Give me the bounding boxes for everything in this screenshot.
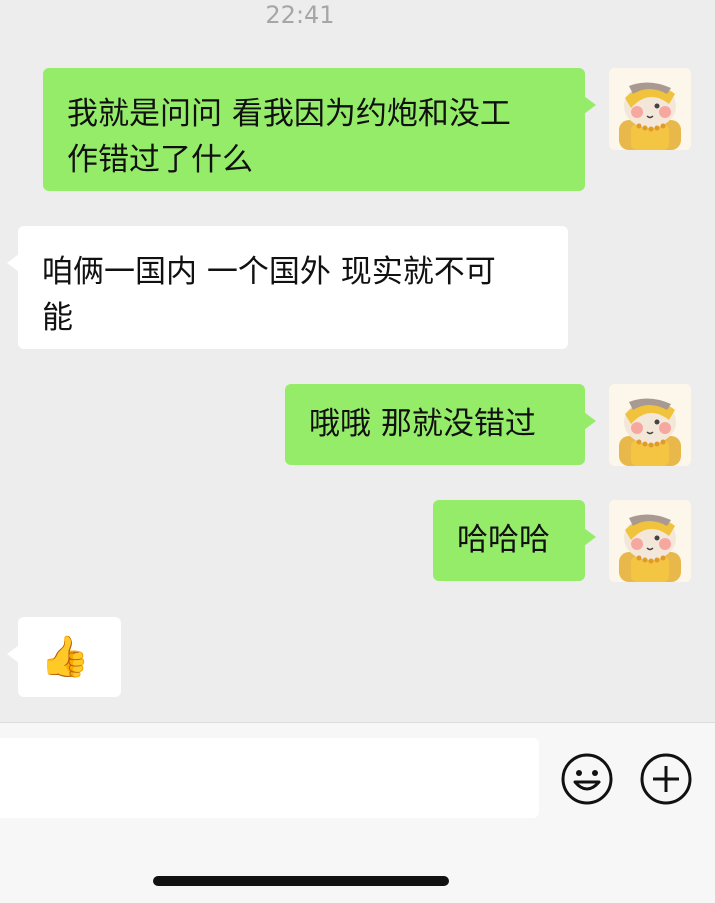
message-input[interactable] (0, 738, 539, 818)
cartoon-hamster-avatar-icon (609, 500, 691, 582)
cartoon-hamster-avatar-icon (609, 68, 691, 150)
plus-circle-icon (640, 753, 692, 805)
message-text-line: 咱俩一国内 一个国外 现实就不可 (42, 254, 496, 290)
outgoing-message-bubble[interactable]: 我就是问问 看我因为约炮和没工 作错过了什么 (43, 68, 596, 191)
message-text-line: 哈哈哈 (457, 522, 550, 558)
message-text-line: 我就是问问 看我因为约炮和没工 (67, 96, 511, 132)
thumbs-up-emoji: 👍 (40, 634, 90, 680)
incoming-message-bubble[interactable]: 咱俩一国内 一个国外 现实就不可 能 (7, 226, 568, 349)
cartoon-hamster-avatar-icon (609, 384, 691, 466)
outgoing-message-bubble[interactable]: 哦哦 那就没错过 (285, 384, 596, 465)
home-indicator (153, 876, 449, 886)
more-button[interactable] (639, 752, 693, 806)
message-text-line: 哦哦 那就没错过 (309, 406, 536, 442)
message-text-line: 作错过了什么 (67, 142, 253, 178)
user-avatar[interactable] (609, 384, 691, 466)
message-timestamp: 22:41 (265, 1, 335, 29)
emoji-button[interactable] (560, 752, 614, 806)
message-text-line: 能 (42, 300, 73, 336)
user-avatar[interactable] (609, 500, 691, 582)
smiley-face-icon (561, 753, 613, 805)
user-avatar[interactable] (609, 68, 691, 150)
outgoing-message-bubble[interactable]: 哈哈哈 (433, 500, 596, 581)
